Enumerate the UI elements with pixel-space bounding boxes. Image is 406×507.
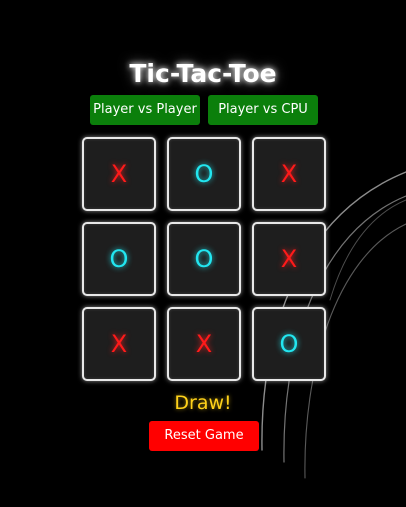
game-status: Draw! — [174, 392, 232, 414]
player-vs-player-button[interactable]: Player vs Player — [90, 95, 200, 125]
board-cell[interactable]: X — [167, 307, 241, 381]
board-cell[interactable]: O — [167, 137, 241, 211]
game-board: X O X O O X X X O — [82, 137, 330, 385]
board-cell[interactable]: X — [82, 137, 156, 211]
board-cell[interactable]: X — [252, 137, 326, 211]
board-cell[interactable]: O — [252, 307, 326, 381]
game-title: Tic-Tac-Toe — [129, 59, 277, 88]
board-cell[interactable]: X — [82, 307, 156, 381]
board-cell[interactable]: X — [252, 222, 326, 296]
board-cell[interactable]: O — [82, 222, 156, 296]
game-screen: Tic-Tac-Toe Player vs Player Player vs C… — [0, 0, 406, 507]
reset-game-button[interactable]: Reset Game — [149, 421, 259, 451]
player-vs-cpu-button[interactable]: Player vs CPU — [208, 95, 318, 125]
board-cell[interactable]: O — [167, 222, 241, 296]
